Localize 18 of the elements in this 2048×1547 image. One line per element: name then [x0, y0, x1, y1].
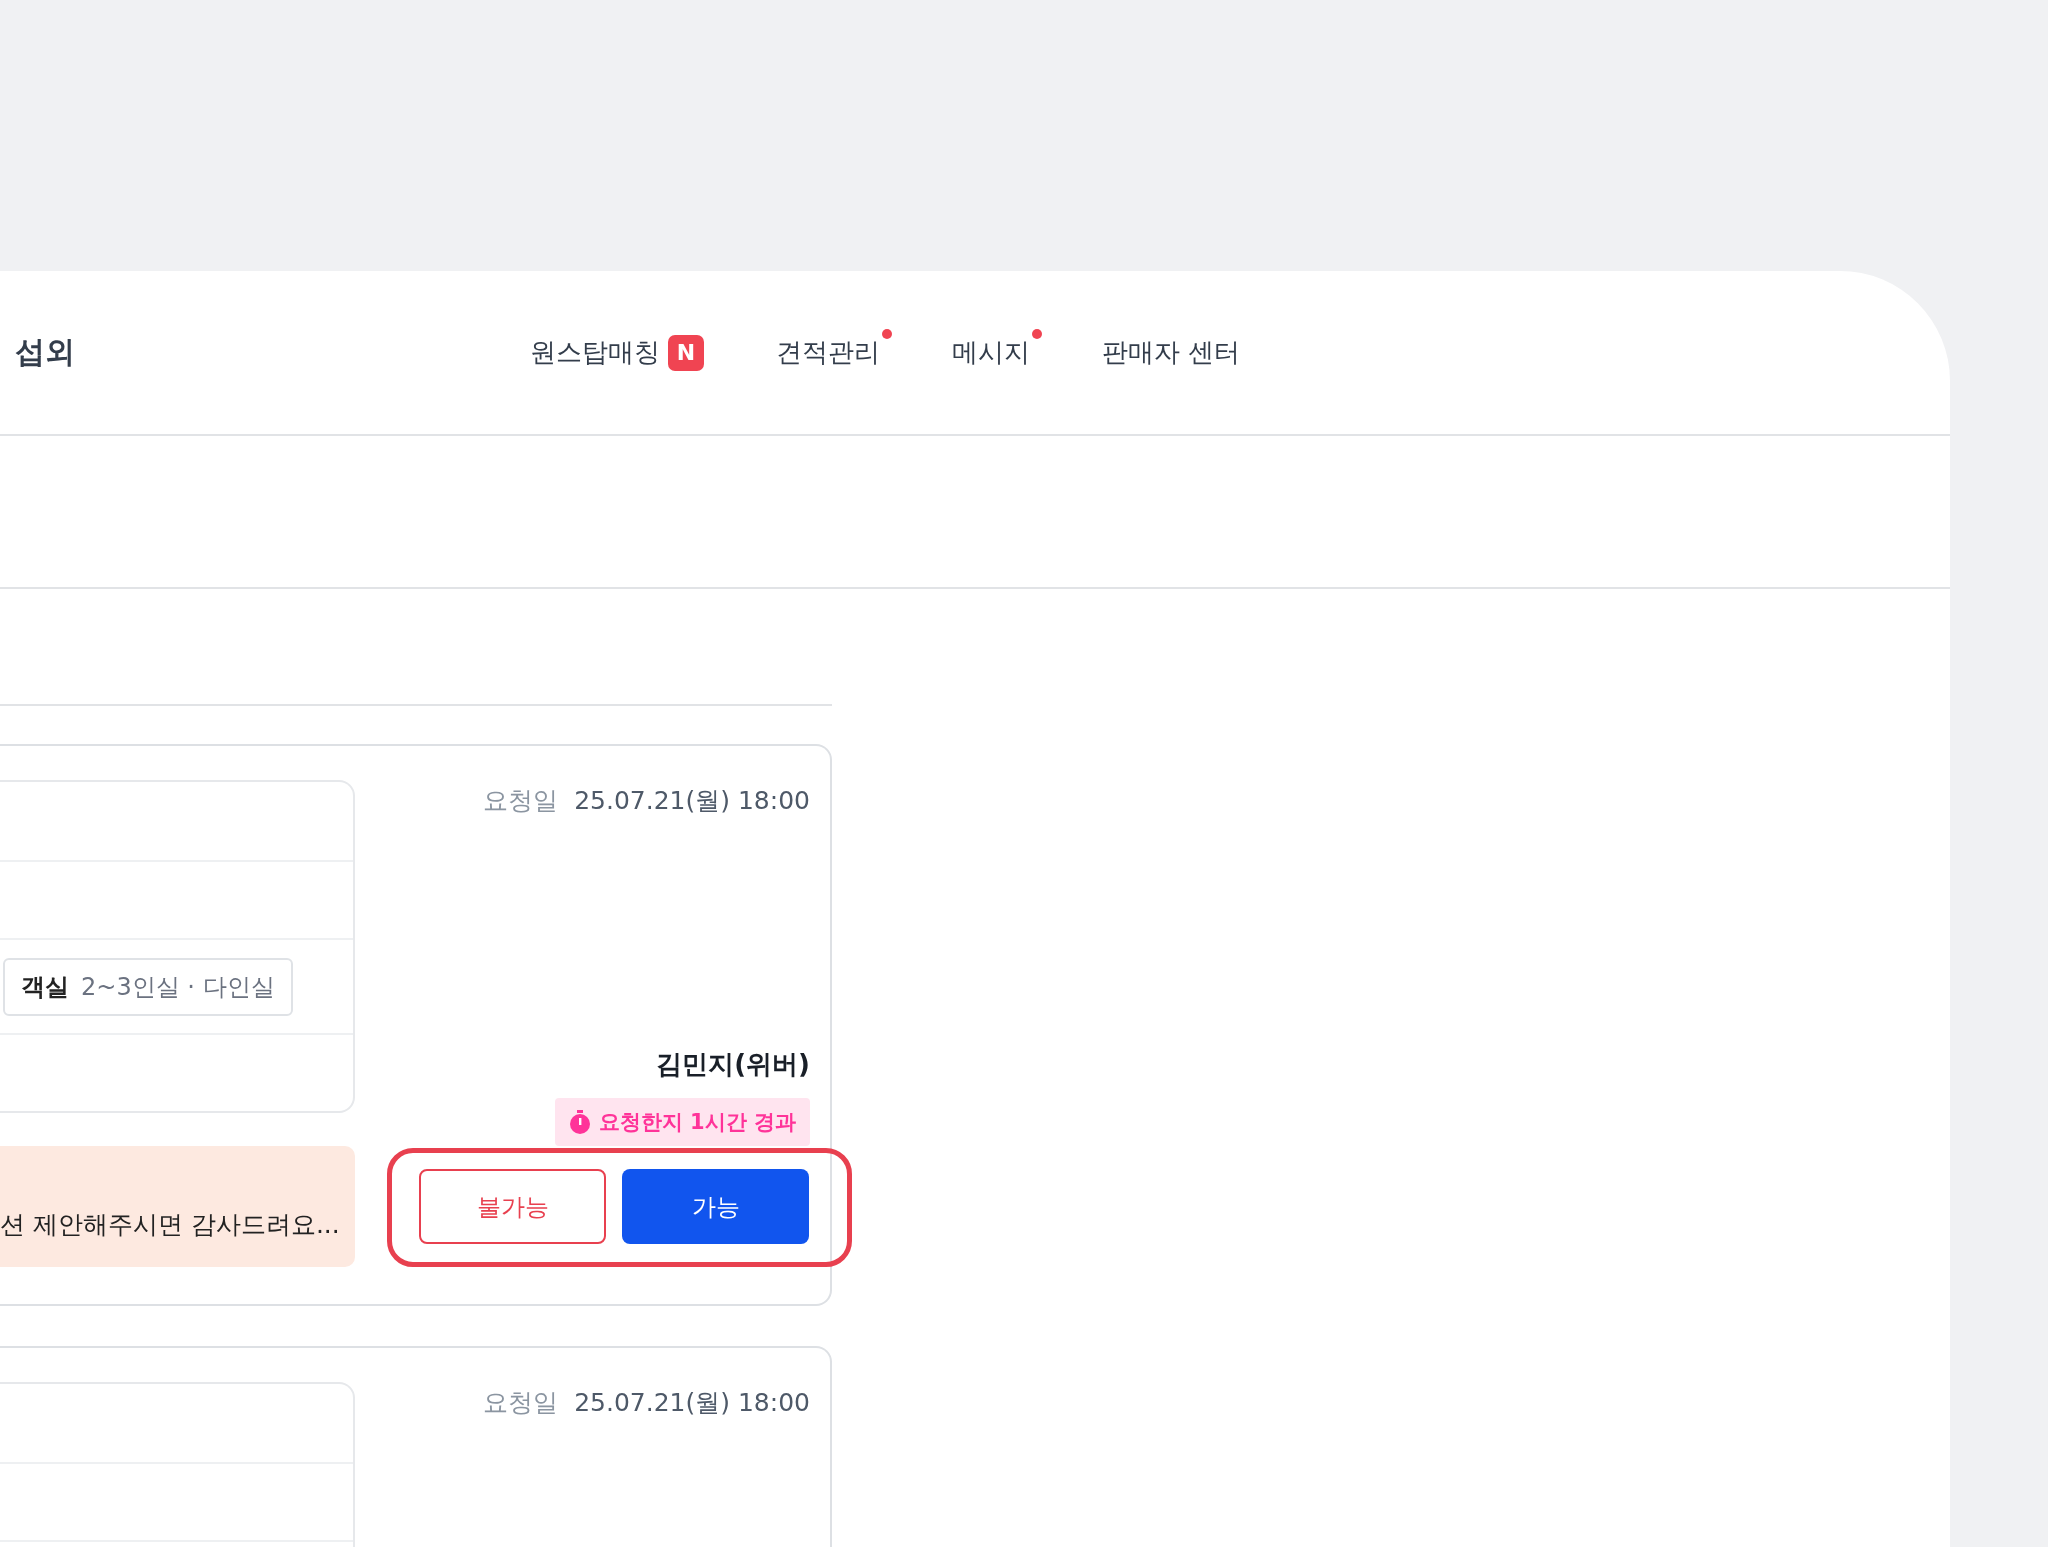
- request-date: 25.07.21(월) 18:00: [574, 1387, 810, 1419]
- chip-value: 2~3인실 · 다인실: [81, 971, 275, 1003]
- nav-link[interactable]: 견적관리: [776, 335, 880, 370]
- nav-link[interactable]: 원스탑매칭 N: [530, 334, 704, 371]
- accept-button[interactable]: 가능: [622, 1169, 809, 1244]
- date-label: 요청일: [483, 785, 559, 817]
- requester-name: 김민지(위버): [656, 1048, 810, 1081]
- chip-label: 객실: [21, 971, 69, 1003]
- decline-button[interactable]: 불가능: [419, 1169, 606, 1244]
- message-preview: 션 제안해주시면 감사드려요...: [0, 1146, 355, 1267]
- stopwatch-icon: [568, 1110, 591, 1134]
- page-title: 섭외: [15, 333, 75, 371]
- elapsed-text: 요청한지 1시간 경과: [598, 1109, 796, 1136]
- request-date: 25.07.21(월) 18:00: [574, 785, 810, 817]
- nav-link[interactable]: 메시지: [952, 335, 1030, 370]
- new-badge: N: [668, 334, 704, 371]
- date-label: 요청일: [483, 1387, 559, 1419]
- nav-link[interactable]: 판매자 센터: [1102, 335, 1241, 370]
